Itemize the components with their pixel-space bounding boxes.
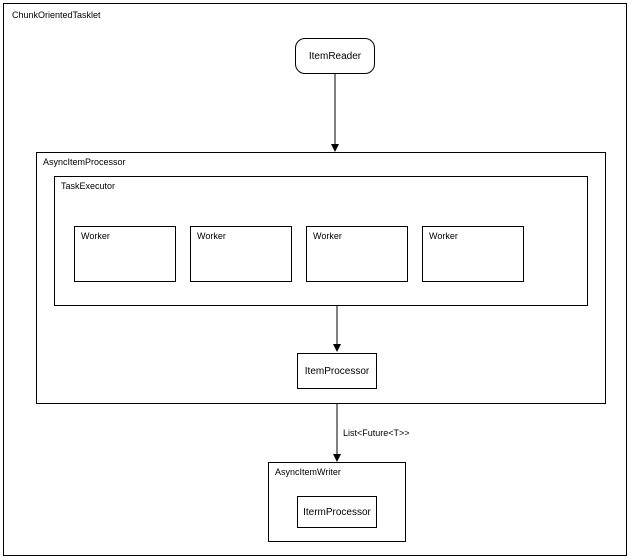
item-processor-label: ItemProcessor [305,366,369,377]
task-executor-label: TaskExecutor [61,181,115,191]
worker-node: Worker [74,226,176,282]
worker-label: Worker [313,231,342,241]
item-processor-node: ItemProcessor [297,353,377,389]
worker-node: Worker [306,226,408,282]
worker-node: Worker [422,226,524,282]
worker-node: Worker [190,226,292,282]
iterm-processor-label: ItermProcessor [303,507,371,518]
arrow-taskexec-to-itemproc [337,306,347,356]
item-reader-node: ItemReader [295,38,375,74]
worker-label: Worker [429,231,458,241]
async-item-processor-label: AsyncItemProcessor [43,157,126,167]
outer-label: ChunkOrientedTasklet [12,10,101,20]
async-item-writer-label: AsyncItemWriter [275,467,341,477]
item-reader-label: ItemReader [309,51,361,62]
arrow-reader-to-async [335,74,345,154]
edge-label-list-future: List<Future<T>> [343,428,410,438]
worker-label: Worker [197,231,226,241]
worker-label: Worker [81,231,110,241]
iterm-processor-node: ItermProcessor [297,496,377,528]
